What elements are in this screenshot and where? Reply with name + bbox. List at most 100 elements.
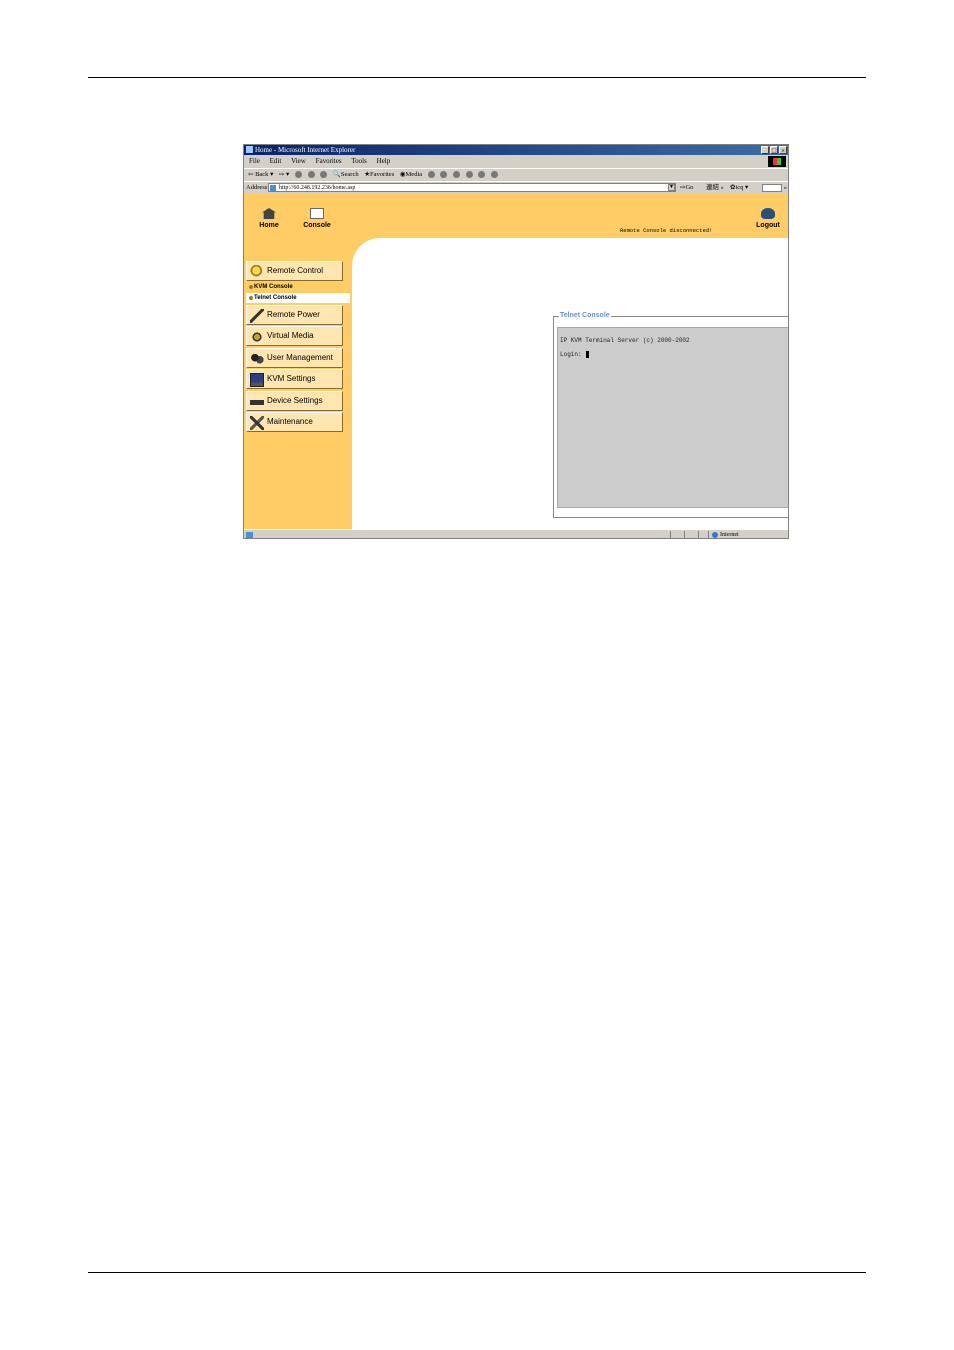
- main-panel: Telnet Console IP KVM Terminal Server (c…: [352, 238, 788, 529]
- go-button[interactable]: ⇨Go: [680, 182, 693, 194]
- sidebar-item-label: Virtual Media: [267, 331, 314, 340]
- address-bar: Address http://60.248.192.236/home.asp ▼…: [244, 181, 788, 194]
- terminal-login-line: Login:: [560, 351, 590, 359]
- status-divider: [708, 531, 709, 538]
- status-divider: [670, 531, 671, 538]
- stop-icon[interactable]: [294, 171, 302, 179]
- sidebar-item-remote-control[interactable]: Remote Control: [246, 261, 343, 281]
- window-title: Home - Microsoft Internet Explorer: [255, 146, 356, 154]
- console-status-message: Remote Console disconnected!: [620, 227, 713, 234]
- sidebar-item-label: Device Settings: [267, 396, 323, 405]
- media-button[interactable]: ◉Media: [400, 169, 422, 181]
- subitem-label: KVM Console: [254, 284, 293, 290]
- links-label: 連結: [706, 184, 719, 191]
- icq-button[interactable]: ✿icq ▾: [730, 182, 748, 194]
- page-icon: [270, 185, 276, 191]
- address-label: Address: [246, 184, 268, 191]
- home-icon: [262, 208, 276, 219]
- media-label: Media: [405, 171, 423, 178]
- app-header: Home Console Remote Console disconnected…: [244, 194, 788, 238]
- back-button[interactable]: ⇦ Back ▾: [248, 169, 273, 181]
- status-divider: [684, 531, 685, 538]
- mail-icon[interactable]: [440, 171, 448, 179]
- menu-file[interactable]: File: [249, 156, 260, 167]
- browser-toolbar: ⇦ Back ▾ ⇨ ▾ 🔍Search ★Favorites ◉Media: [244, 168, 788, 181]
- sidebar-item-remote-power[interactable]: Remote Power: [246, 305, 343, 325]
- done-page-icon: [246, 532, 253, 538]
- status-divider: [698, 531, 699, 538]
- security-zone: Internet: [712, 530, 739, 538]
- logout-button[interactable]: Logout: [748, 208, 788, 229]
- sidebar-item-label: User Management: [267, 353, 333, 362]
- page-content: Home Console Remote Console disconnected…: [244, 194, 788, 529]
- device-settings-icon: [250, 395, 264, 409]
- sidebar-item-maintenance[interactable]: Maintenance: [246, 412, 343, 432]
- address-url: http://60.248.192.236/home.asp: [279, 185, 356, 191]
- menu-view[interactable]: View: [291, 156, 306, 167]
- console-window-icon: [310, 208, 324, 219]
- console-button[interactable]: Console: [297, 208, 337, 229]
- toolbar-mini-input[interactable]: [762, 184, 782, 192]
- icq-label: icq: [735, 184, 744, 191]
- window-controls: _ □ ×: [761, 146, 787, 155]
- browser-window: Home - Microsoft Internet Explorer _ □ ×…: [243, 144, 789, 539]
- menu-favorites[interactable]: Favorites: [316, 156, 342, 167]
- user-management-icon: [250, 352, 264, 366]
- minimize-button[interactable]: _: [761, 146, 769, 155]
- terminal-banner: IP KVM Terminal Server (c) 2000-2002: [560, 337, 690, 344]
- menu-help[interactable]: Help: [377, 156, 391, 167]
- address-input[interactable]: http://60.248.192.236/home.asp: [268, 183, 676, 192]
- sidebar-item-device-settings[interactable]: Device Settings: [246, 391, 343, 411]
- maintenance-icon: [250, 416, 264, 430]
- messenger-icon[interactable]: [490, 171, 498, 179]
- close-button[interactable]: ×: [779, 146, 787, 155]
- search-label: Search: [340, 171, 359, 178]
- sidebar-item-virtual-media[interactable]: Virtual Media: [246, 326, 343, 346]
- home-page-icon[interactable]: [320, 171, 328, 179]
- terminal-login-prompt: Login:: [560, 351, 582, 359]
- sidebar-subitem-kvm-console[interactable]: KVM Console: [246, 282, 350, 292]
- page-top-rule: [88, 77, 866, 78]
- bullet-icon: [249, 296, 253, 300]
- favorites-label: Favorites: [370, 171, 395, 178]
- console-label: Console: [303, 222, 331, 229]
- search-button[interactable]: 🔍Search: [333, 169, 359, 181]
- globe-icon: [712, 531, 718, 538]
- address-dropdown[interactable]: ▼: [668, 184, 675, 191]
- links-button[interactable]: 連結 »: [706, 182, 724, 194]
- print-icon[interactable]: [453, 171, 461, 179]
- sidebar-subitem-telnet-console[interactable]: Telnet Console: [246, 293, 350, 303]
- sidebar-item-label: Remote Control: [267, 266, 324, 275]
- logout-label: Logout: [756, 222, 780, 229]
- terminal-screen[interactable]: IP KVM Terminal Server (c) 2000-2002 Log…: [557, 327, 788, 508]
- refresh-icon[interactable]: [307, 171, 315, 179]
- sidebar-item-kvm-settings[interactable]: KVM Settings: [246, 369, 343, 389]
- go-label: Go: [685, 184, 694, 191]
- restore-button[interactable]: □: [770, 146, 778, 155]
- history-icon[interactable]: [427, 171, 435, 179]
- remote-control-icon: [250, 265, 264, 279]
- title-bar: Home - Microsoft Internet Explorer _ □ ×: [244, 145, 788, 155]
- sidebar-item-label: Remote Power: [267, 310, 320, 319]
- page-bottom-rule: [88, 1272, 866, 1273]
- favorites-button[interactable]: ★Favorites: [364, 169, 394, 181]
- discuss-icon[interactable]: [478, 171, 486, 179]
- menu-edit[interactable]: Edit: [270, 156, 282, 167]
- forward-button[interactable]: ⇨ ▾: [279, 169, 289, 181]
- zone-label: Internet: [720, 532, 739, 538]
- virtual-media-icon: [250, 330, 264, 344]
- home-label: Home: [259, 222, 279, 229]
- sidebar-item-user-management[interactable]: User Management: [246, 348, 343, 368]
- remote-power-icon: [250, 309, 264, 323]
- telnet-console-legend: Telnet Console: [559, 312, 611, 319]
- sidebar-item-label: KVM Settings: [267, 374, 316, 383]
- home-button[interactable]: Home: [249, 208, 289, 229]
- sidebar-item-label: Maintenance: [267, 417, 313, 426]
- logout-icon: [761, 208, 775, 219]
- telnet-console-panel: Telnet Console IP KVM Terminal Server (c…: [553, 312, 788, 518]
- edit-icon[interactable]: [465, 171, 473, 179]
- browser-status-bar: Internet: [244, 529, 788, 538]
- back-label: Back: [255, 171, 269, 178]
- toolbar-more[interactable]: »: [784, 182, 787, 194]
- menu-tools[interactable]: Tools: [351, 156, 366, 167]
